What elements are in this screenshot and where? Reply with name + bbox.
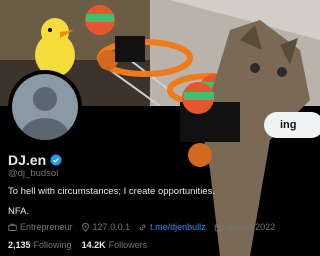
profile-meta: Entrepreneur 127.0.0.1 t.me/djenbullz Jo… bbox=[8, 222, 283, 232]
bio-text: To hell with circumstances; I create opp… bbox=[8, 186, 215, 197]
calendar-icon bbox=[214, 223, 222, 231]
handle: @dj_budsol bbox=[8, 168, 59, 179]
verified-badge-icon[interactable] bbox=[50, 154, 62, 166]
location-label: 127.0.0.1 bbox=[92, 222, 131, 232]
profile-link[interactable]: t.me/djenbullz bbox=[150, 222, 206, 232]
joined-year: 2022 bbox=[255, 222, 276, 232]
default-avatar-icon bbox=[12, 74, 78, 140]
following-count: 2,135 bbox=[8, 240, 31, 250]
followers-label: Followers bbox=[108, 240, 148, 250]
location-item: 127.0.0.1 bbox=[81, 222, 131, 232]
avatar[interactable] bbox=[8, 70, 82, 144]
joined-label: Joined bbox=[225, 222, 253, 232]
followers-count: 14.2K bbox=[81, 240, 106, 250]
followers-link[interactable]: 14.2K Followers bbox=[82, 240, 148, 250]
following-button[interactable]: ing bbox=[264, 112, 320, 138]
link-icon bbox=[139, 224, 146, 230]
joined-item: Joined 2022 bbox=[214, 222, 276, 232]
category-label: Entrepreneur bbox=[20, 222, 73, 232]
briefcase-icon bbox=[8, 223, 17, 231]
name-row: DJ.en bbox=[8, 152, 62, 168]
following-link[interactable]: 2,135 Following bbox=[8, 240, 72, 250]
location-pin-icon bbox=[81, 222, 89, 232]
following-label: Following bbox=[33, 240, 72, 250]
display-name: DJ.en bbox=[8, 152, 47, 168]
category-item: Entrepreneur bbox=[8, 222, 73, 232]
bio-text-line2: NFA. bbox=[8, 206, 30, 217]
follow-counts: 2,135 Following 14.2K Followers bbox=[8, 240, 147, 250]
link-item[interactable]: t.me/djenbullz bbox=[138, 222, 206, 232]
